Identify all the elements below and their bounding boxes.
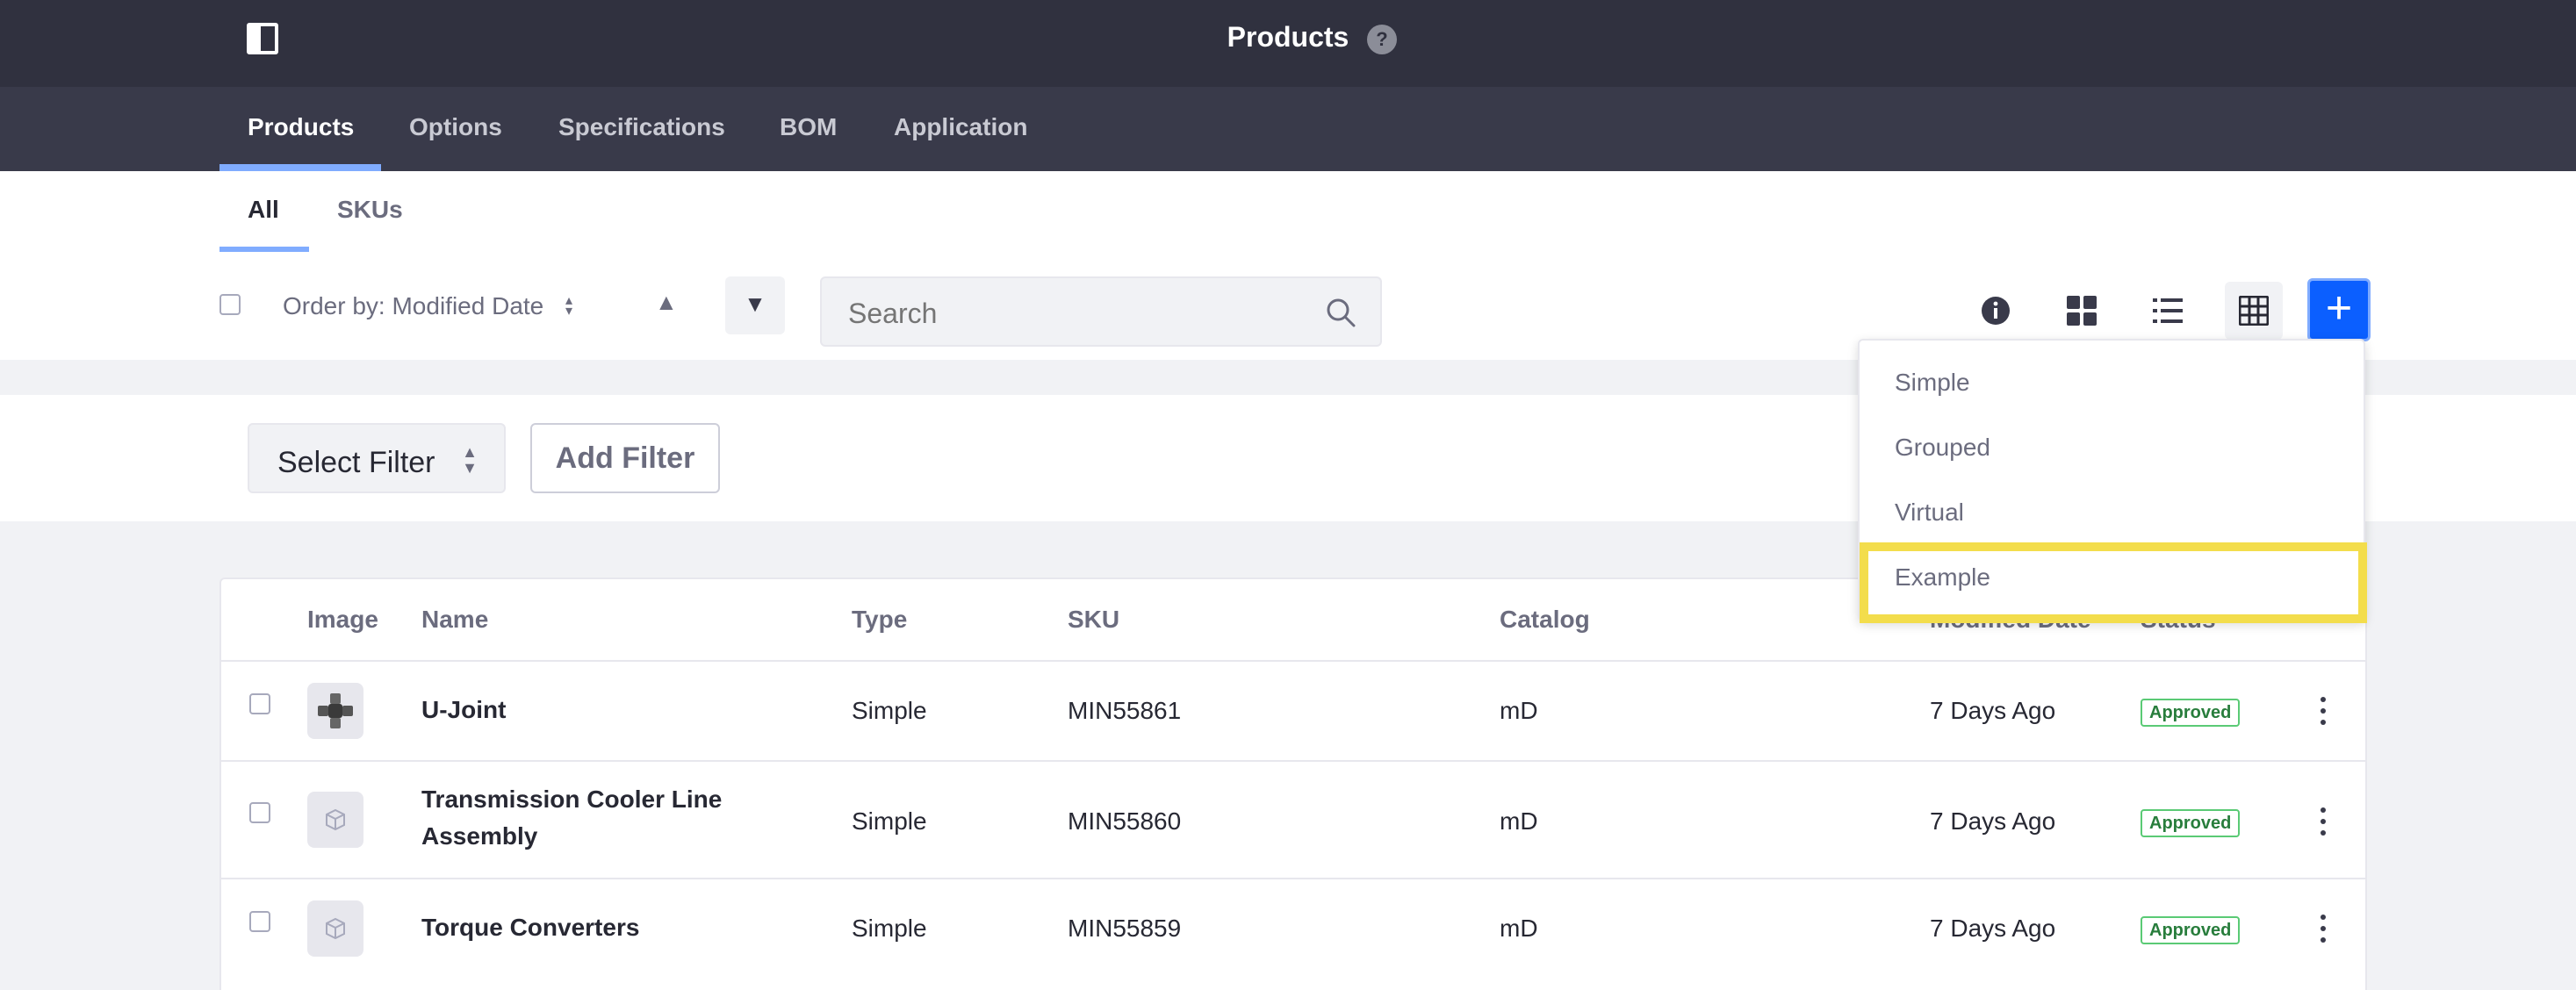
product-name[interactable]: Transmission Cooler Line Assembly [421,781,773,855]
search-box [820,276,1382,347]
status-badge: Approved [2141,809,2241,837]
products-table: Image Name Type SKU Catalog Modified Dat… [219,578,2367,990]
product-thumbnail [307,683,363,739]
select-caret-icon: ▲ ▼ [462,443,478,477]
info-icon[interactable] [1967,282,2025,340]
column-header-type[interactable]: Type [852,606,907,634]
select-all-checkbox[interactable] [219,294,241,315]
table-icon[interactable] [2225,282,2283,340]
product-thumbnail [307,900,363,957]
status-badge: Approved [2141,916,2241,944]
main-nav: Products Options Specifications BOM Appl… [0,87,2576,171]
u-joint-image [318,693,353,728]
subtab-all[interactable]: All [248,196,279,224]
product-sku: MIN55860 [1068,807,1182,835]
menu-item-grouped[interactable]: Grouped [1895,434,1990,462]
management-toolbar: All SKUs Order by: Modified Date ▴▾ ▲ ▼ [0,171,2576,360]
menu-item-virtual[interactable]: Virtual [1895,499,1964,527]
tab-specifications[interactable]: Specifications [558,113,725,141]
row-actions-icon[interactable] [2314,804,2332,839]
table-row[interactable]: Torque Converters Simple MIN55859 mD 7 D… [221,878,2365,978]
order-caret-icon: ▴ ▾ [565,293,573,319]
row-actions-icon[interactable] [2314,693,2332,728]
product-sku: MIN55861 [1068,697,1182,724]
product-modified: 7 Days Ago [1930,807,2056,835]
page-title: Products [1227,21,1349,53]
menu-item-simple[interactable]: Simple [1895,369,1970,397]
row-checkbox[interactable] [249,693,270,714]
help-icon[interactable]: ? [1367,25,1397,54]
row-checkbox[interactable] [249,911,270,932]
product-thumbnail [307,792,363,848]
table-row[interactable]: Transmission Cooler Line Assembly Simple… [221,760,2365,878]
select-filter-dropdown[interactable]: Select Filter ▲ ▼ [248,423,506,493]
column-header-sku[interactable]: SKU [1068,606,1119,634]
tab-application[interactable]: Application [894,113,1027,141]
app-header: Products ? [0,0,2576,87]
add-button[interactable]: + [2307,278,2371,341]
product-name[interactable]: Torque Converters [421,909,773,946]
table-row[interactable]: U-Joint Simple MIN55861 mD 7 Days Ago Ap… [221,660,2365,760]
row-actions-icon[interactable] [2314,911,2332,946]
cards-icon[interactable] [2053,282,2111,340]
column-header-name[interactable]: Name [421,606,488,634]
product-catalog: mD [1500,807,1538,835]
placeholder-box-icon [326,917,345,940]
subtab-skus[interactable]: SKUs [337,196,403,224]
product-type: Simple [852,915,927,942]
add-product-menu: Simple Grouped Virtual Example [1858,339,2367,623]
product-catalog: mD [1500,915,1538,942]
product-modified: 7 Days Ago [1930,915,2056,942]
add-filter-button[interactable]: Add Filter [530,423,720,493]
tab-bom[interactable]: BOM [780,113,837,141]
status-badge: Approved [2141,699,2241,727]
tab-products[interactable]: Products [248,113,354,141]
active-tab-indicator [219,164,381,171]
order-by-dropdown[interactable]: Order by: Modified Date [283,292,543,320]
select-filter-label: Select Filter [277,446,435,479]
column-header-image: Image [307,606,378,633]
product-type: Simple [852,807,927,835]
column-header-catalog[interactable]: Catalog [1500,606,1590,634]
search-icon[interactable] [1326,298,1356,327]
product-sku: MIN55859 [1068,915,1182,942]
product-modified: 7 Days Ago [1930,697,2056,724]
list-icon[interactable] [2139,282,2197,340]
active-subtab-indicator [219,247,309,252]
tab-options[interactable]: Options [409,113,502,141]
placeholder-box-icon [326,808,345,831]
product-type: Simple [852,697,927,724]
highlight-box [1860,542,2367,623]
row-checkbox[interactable] [249,802,270,823]
product-catalog: mD [1500,697,1538,724]
product-name[interactable]: U-Joint [421,692,773,728]
sort-descending-button[interactable]: ▼ [725,276,785,334]
search-input[interactable] [848,298,1305,330]
sort-ascending-icon[interactable]: ▲ [655,289,678,316]
